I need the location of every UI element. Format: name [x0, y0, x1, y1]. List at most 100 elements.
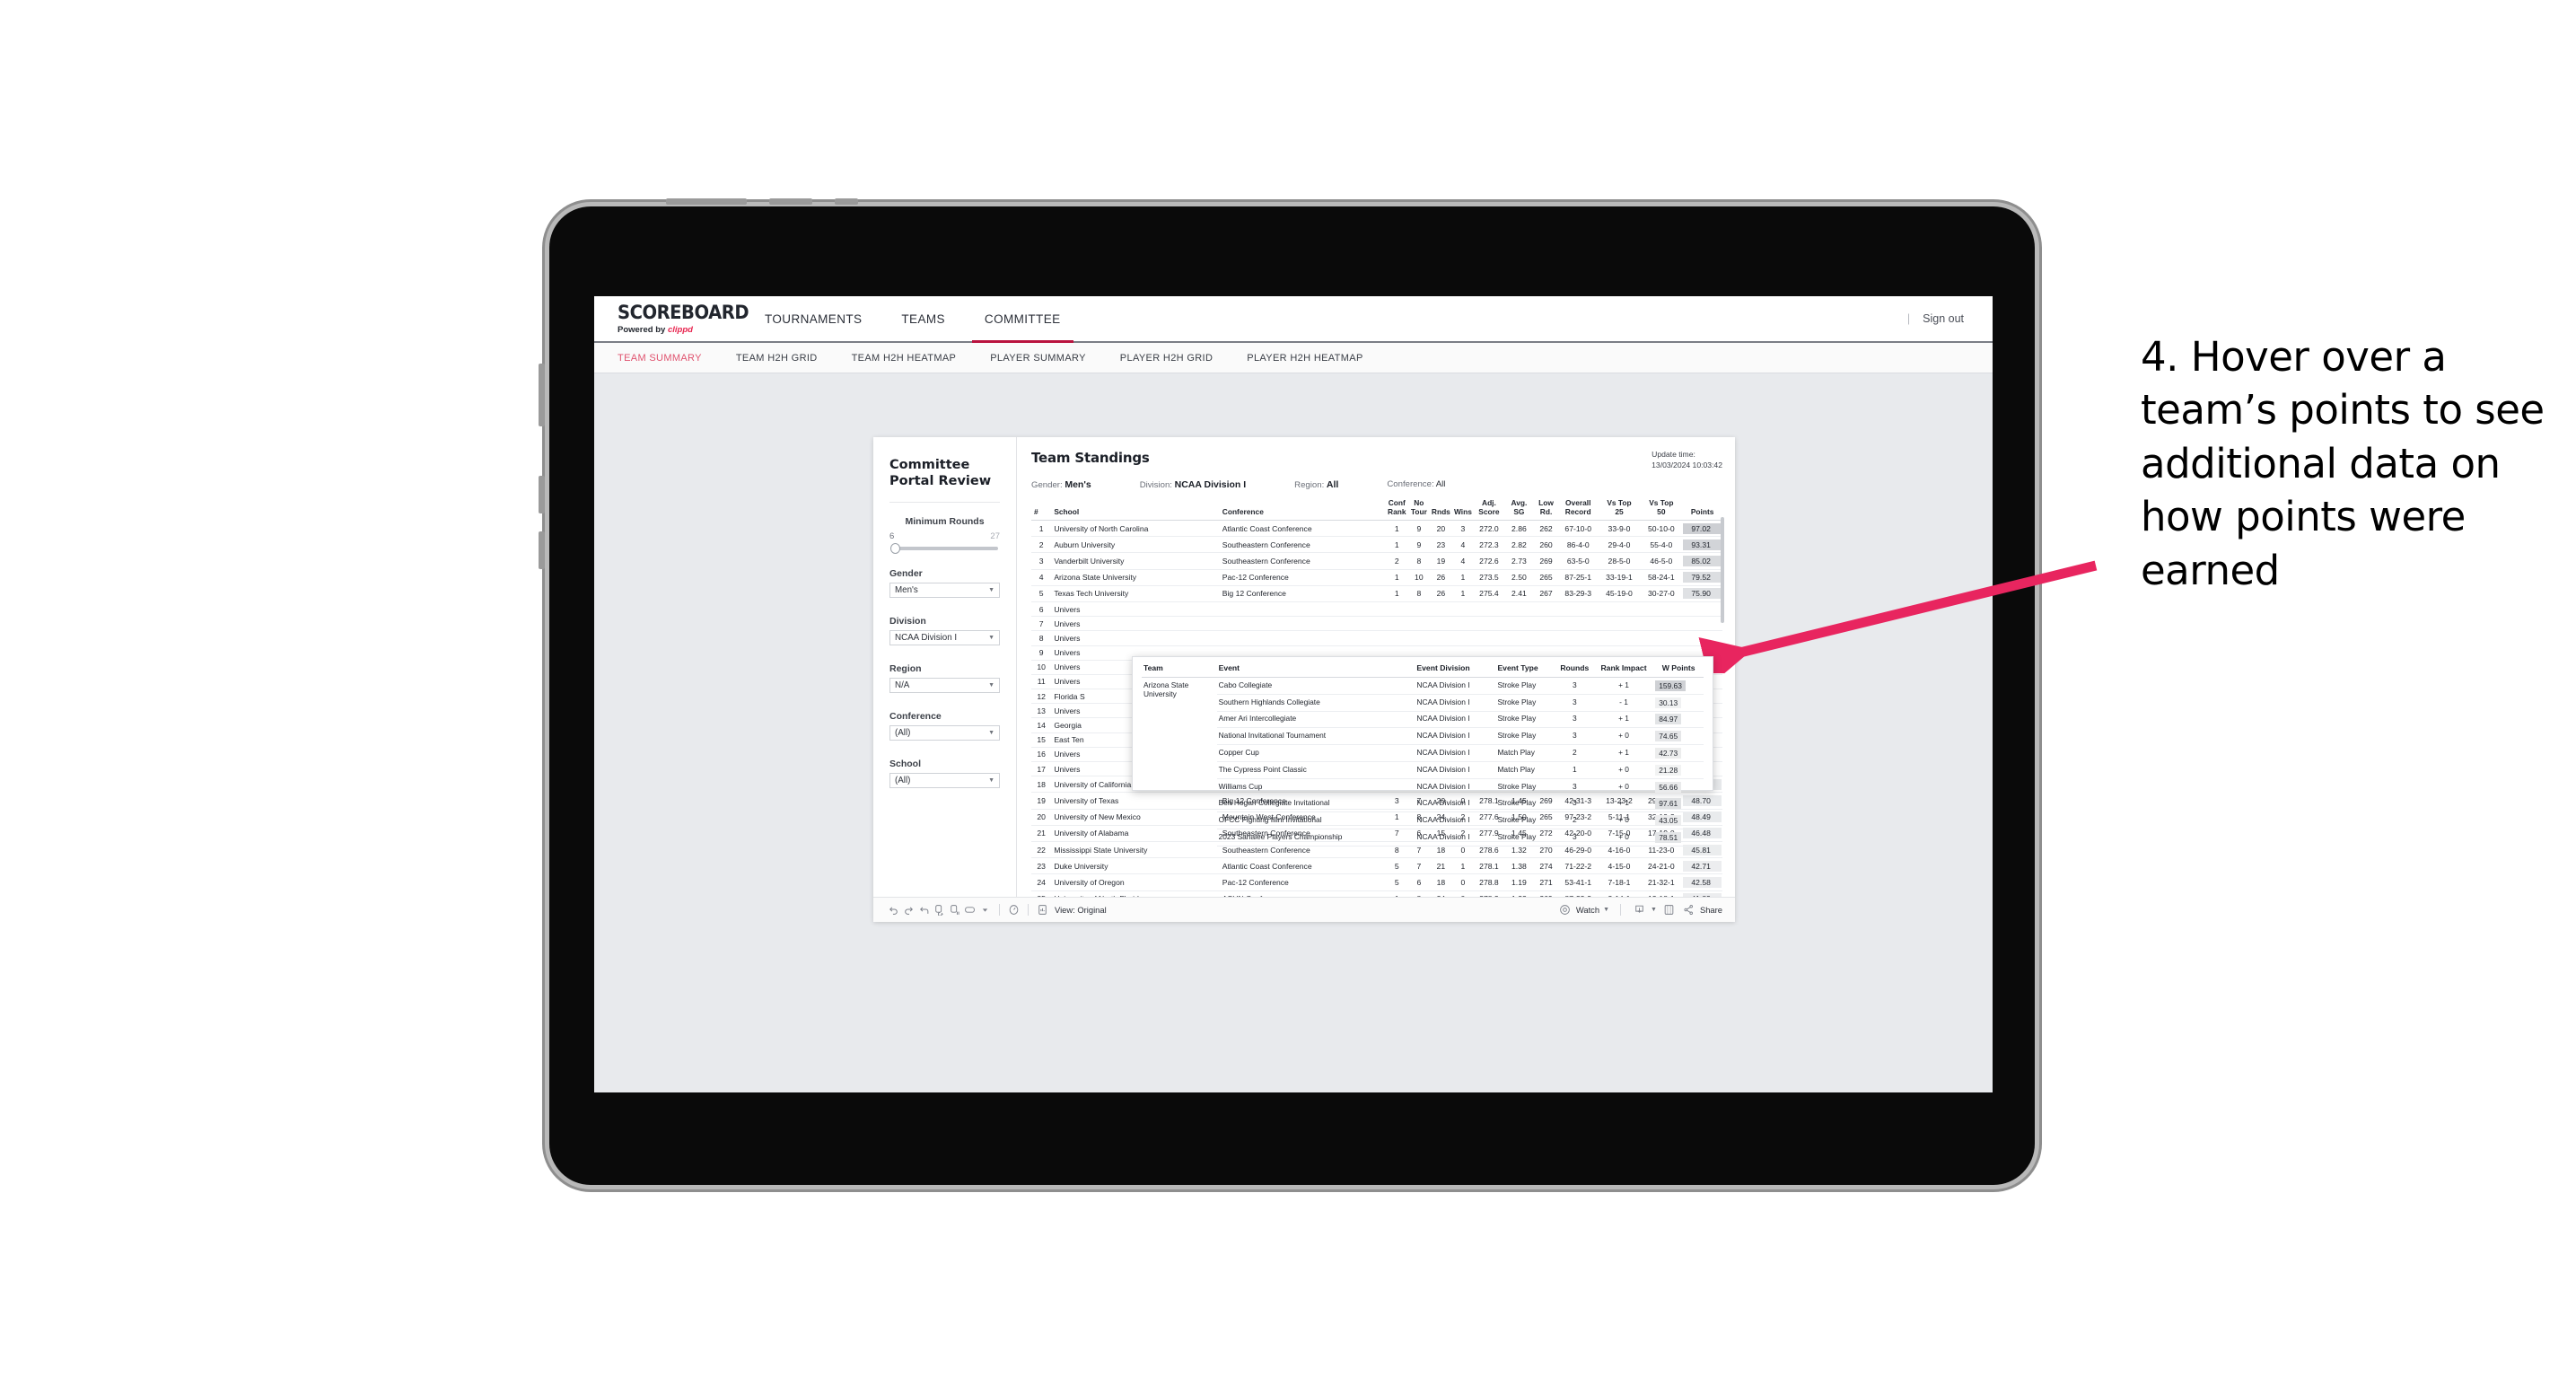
view-original-button[interactable]: View: Original	[1035, 902, 1107, 917]
filter-select-school[interactable]: (All) ▼	[889, 773, 1000, 789]
table-row[interactable]: 5 Texas Tech University Big 12 Conference 1…	[1031, 585, 1722, 602]
subnav-item-team-h2h-grid[interactable]: TEAM H2H GRID	[736, 353, 818, 364]
pause-icon[interactable]	[947, 902, 962, 917]
cell-avg_sg	[1503, 601, 1535, 618]
w-points-value: 97.61	[1655, 798, 1682, 810]
cell-points[interactable]: 42.71	[1682, 857, 1722, 875]
filter-select-conference[interactable]: (All) ▼	[889, 725, 1000, 741]
undo-icon[interactable]	[886, 902, 901, 917]
standings-col-header[interactable]: School	[1051, 499, 1220, 522]
tooltip-col-header: Event	[1216, 663, 1415, 678]
tooltip-cell-event: Southern Highlands Collegiate	[1216, 694, 1415, 712]
standings-col-header[interactable]: Wins	[1451, 499, 1475, 522]
update-time-label: Update time:	[1652, 450, 1695, 459]
table-row[interactable]: 23 Duke University Atlantic Coast Conferen…	[1031, 857, 1722, 875]
standings-col-header[interactable]: Adj. Score	[1474, 498, 1504, 522]
cell-overall: 53-41-1	[1557, 873, 1599, 891]
cell-points[interactable]: 97.02	[1682, 520, 1722, 538]
cell-rank: 3	[1031, 552, 1052, 570]
fullscreen-icon[interactable]	[1661, 902, 1677, 917]
standings-col-header[interactable]: Points	[1682, 499, 1722, 522]
filter-select-gender[interactable]: Men's ▼	[889, 583, 1000, 599]
cell-wins: 4	[1451, 536, 1475, 554]
layout-icon[interactable]	[962, 902, 977, 917]
tooltip-cell-rounds: 3	[1555, 778, 1594, 796]
cell-school: Vanderbilt University	[1051, 552, 1220, 570]
watch-button[interactable]: Watch ▼	[1557, 902, 1609, 917]
standings-col-header[interactable]: Rnds	[1430, 499, 1452, 522]
minimum-rounds-slider[interactable]	[890, 543, 998, 555]
tooltip-cell-rank_impact: + 0	[1593, 778, 1654, 796]
workspace: Committee Portal Review Minimum Rounds 6…	[594, 373, 1993, 1092]
tooltip-cell-rounds: 3	[1555, 677, 1594, 695]
standings-col-header[interactable]: Avg. SG	[1503, 498, 1535, 522]
subnav-item-team-h2h-heatmap[interactable]: TEAM H2H HEATMAP	[852, 353, 957, 364]
standings-col-header[interactable]: Low Rd.	[1534, 498, 1558, 522]
brand-logo[interactable]: SCOREBOARD Powered by clippd	[594, 296, 749, 341]
cell-school: Auburn University	[1051, 536, 1220, 554]
share-button[interactable]: Share	[1681, 902, 1722, 917]
table-row[interactable]: 6 Univers	[1031, 601, 1722, 618]
sign-out-link[interactable]: Sign out	[1923, 312, 1964, 325]
cell-wins	[1451, 630, 1475, 646]
cell-conf_rank: 1	[1386, 536, 1408, 554]
standings-col-header[interactable]: Vs Top 50	[1640, 498, 1683, 522]
table-row[interactable]: 8 Univers	[1031, 630, 1722, 646]
table-row[interactable]: 2 Auburn University Southeastern Conferenc…	[1031, 536, 1722, 554]
app-top-navigation: SCOREBOARD Powered by clippd TOURNAMENTS…	[594, 296, 1993, 343]
cell-vs50: 55-4-0	[1640, 536, 1683, 554]
standings-col-header[interactable]: Overall Record	[1557, 498, 1599, 522]
revert-icon[interactable]	[916, 902, 932, 917]
table-row[interactable]: 7 Univers	[1031, 616, 1722, 632]
standings-col-header[interactable]: Conference	[1219, 499, 1387, 522]
toolbar-right-group: Watch ▼ ▼ Share	[1557, 902, 1722, 917]
tooltip-cell-rounds: 3	[1555, 694, 1594, 712]
brand-subtitle: Powered by clippd	[618, 325, 745, 335]
standings-col-header[interactable]: Vs Top 25	[1598, 498, 1641, 522]
standings-col-header[interactable]: No Tour	[1407, 498, 1431, 522]
subnav-item-player-h2h-grid[interactable]: PLAYER H2H GRID	[1120, 353, 1213, 364]
slider-bounds: 6 27	[889, 531, 1000, 541]
table-row[interactable]: 3 Vanderbilt University Southeastern Confe…	[1031, 552, 1722, 570]
redo-icon[interactable]	[901, 902, 916, 917]
filter-select-division[interactable]: NCAA Division I ▼	[889, 630, 1000, 646]
topnav-item-teams[interactable]: TEAMS	[881, 296, 965, 341]
download-button[interactable]: ▼	[1632, 902, 1657, 917]
tooltip-cell-rounds: 2	[1555, 744, 1594, 762]
standings-col-header[interactable]: #	[1031, 499, 1052, 522]
cell-points[interactable]: 42.58	[1682, 873, 1722, 891]
filter-select-region[interactable]: N/A ▼	[889, 678, 1000, 694]
subnav-item-team-summary[interactable]: TEAM SUMMARY	[618, 353, 702, 364]
points-value[interactable]: 42.71	[1683, 860, 1722, 872]
cell-rank: 15	[1031, 732, 1052, 748]
report-filter-gender: Gender: Men's	[1031, 479, 1091, 490]
app-sub-navigation: TEAM SUMMARY TEAM H2H GRID TEAM H2H HEAT…	[594, 343, 1993, 373]
points-value[interactable]: 97.02	[1683, 522, 1722, 534]
highlight-icon[interactable]	[1006, 902, 1021, 917]
cell-points[interactable]: 93.31	[1682, 536, 1722, 554]
topnav-item-committee[interactable]: COMMITTEE	[965, 296, 1081, 343]
table-row[interactable]: 1 University of North Carolina Atlantic Co…	[1031, 520, 1722, 538]
tooltip-cell-event: Williams Cup	[1216, 778, 1415, 796]
caret-down-icon[interactable]	[977, 902, 993, 917]
refresh-icon[interactable]	[932, 902, 947, 917]
table-row[interactable]: 24 University of Oregon Pac-12 Conference 5…	[1031, 873, 1722, 891]
filter-group-school: School (All) ▼	[889, 759, 1000, 789]
device-volume-down-button[interactable]	[539, 531, 545, 569]
device-power-button[interactable]	[539, 364, 545, 426]
topnav-item-tournaments[interactable]: TOURNAMENTS	[745, 296, 881, 341]
slider-handle[interactable]	[890, 543, 900, 555]
subnav-item-player-h2h-heatmap[interactable]: PLAYER H2H HEATMAP	[1247, 353, 1362, 364]
cell-conference: Southeastern Conference	[1219, 536, 1387, 554]
points-value[interactable]: 42.58	[1683, 876, 1722, 888]
table-row[interactable]: 4 Arizona State University Pac-12 Conferen…	[1031, 569, 1722, 586]
points-value[interactable]: 93.31	[1683, 539, 1722, 550]
tooltip-cell-type: Stroke Play	[1495, 711, 1555, 729]
visualization-toolbar: View: Original Watch ▼ ▼ Share	[873, 897, 1735, 922]
tooltip-cell-event: OFCC Fighting Illini Invitational	[1216, 811, 1415, 830]
subnav-item-player-summary[interactable]: PLAYER SUMMARY	[990, 353, 1086, 364]
standings-col-header[interactable]: Conf Rank	[1386, 498, 1408, 522]
tooltip-col-header: Rounds	[1555, 663, 1594, 678]
device-volume-up-button[interactable]	[539, 476, 545, 513]
cell-wins: 1	[1451, 585, 1475, 602]
